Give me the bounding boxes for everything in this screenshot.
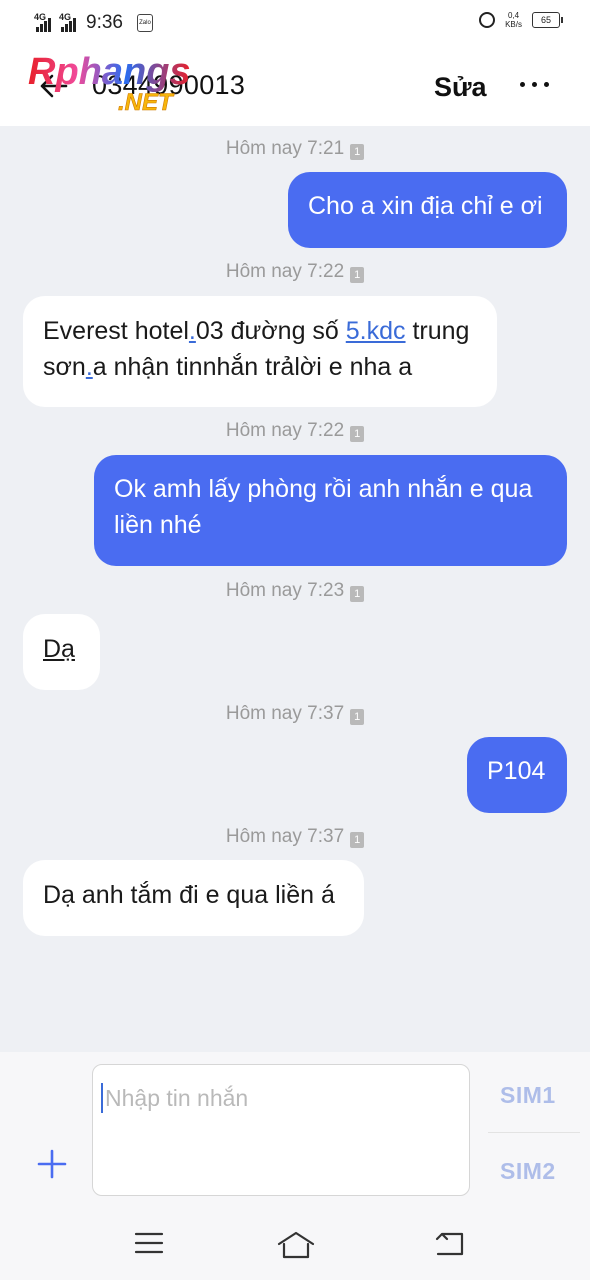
plus-icon[interactable] (36, 1148, 68, 1180)
message-text: Dạ anh tắm đi e qua liền á (43, 881, 335, 909)
message-timestamp: Hôm nay 7:23 1 (0, 580, 590, 602)
signal-icon-1: 4G (34, 12, 53, 32)
message-timestamp: Hôm nay 7:37 1 (0, 703, 590, 725)
status-time: 9:36 (86, 12, 123, 33)
network-speed-value: 0,4 (507, 11, 520, 20)
signal-icon-2: 4G (59, 12, 78, 32)
zalo-notification-icon: Zalo (136, 14, 153, 32)
status-bar: 4G 4G 9:36 Zalo 0,4 KB/s 65 (0, 0, 590, 46)
status-left: 4G 4G 9:36 Zalo (34, 12, 153, 34)
message-text-line1: Ok amh lấy phòng rồi anh nhắn e qua (114, 475, 533, 503)
message-thread[interactable]: Hôm nay 7:21 1 Cho a xin địa chỉ e ơi Hôm… (0, 126, 590, 1052)
sim-badge-icon: 1 (350, 709, 365, 725)
composer-bar: Nhập tin nhắn SIM1 SIM2 (0, 1052, 590, 1210)
sim-badge-icon: 1 (350, 586, 365, 602)
message-text-line2: sơn.a nhận tinnhắn trảlời e nha a (43, 353, 413, 381)
message-timestamp: Hôm nay 7:21 1 (0, 138, 590, 160)
network-speed-unit: KB/s (505, 20, 522, 29)
menu-icon[interactable] (134, 1230, 164, 1256)
battery-icon: 65 (532, 12, 563, 28)
message-input-placeholder: Nhập tin nhắn (105, 1085, 249, 1111)
home-icon[interactable] (276, 1230, 316, 1260)
incoming-message[interactable]: Everest hotel.03 đường số 5.kdc trung sơ… (23, 296, 497, 407)
message-text: P104 (487, 757, 546, 785)
message-timestamp: Hôm nay 7:22 1 (0, 420, 590, 442)
incoming-message[interactable]: Dạ anh tắm đi e qua liền á (23, 860, 364, 936)
sim-badge-icon: 1 (350, 144, 365, 160)
outgoing-message[interactable]: P104 (467, 737, 567, 813)
address-link[interactable]: 5.kdc (346, 317, 406, 345)
watermark-logo: Rphangs .NET (28, 51, 191, 116)
watermark-sub-text: .NET (118, 89, 175, 116)
navigation-bar (0, 1210, 590, 1280)
incoming-message[interactable]: Dạ (23, 614, 100, 690)
network-speed: 0,4 KB/s (505, 11, 522, 29)
outgoing-message[interactable]: Cho a xin địa chỉ e ơi (288, 172, 567, 248)
send-sim2-button[interactable]: SIM2 (500, 1158, 556, 1185)
status-right: 0,4 KB/s 65 (479, 11, 563, 29)
message-timestamp: Hôm nay 7:22 1 (0, 261, 590, 283)
message-text: Cho a xin địa chỉ e ơi (308, 192, 543, 220)
message-input[interactable]: Nhập tin nhắn (92, 1064, 470, 1196)
send-sim1-button[interactable]: SIM1 (500, 1082, 556, 1109)
edit-button[interactable]: Sửa (434, 72, 487, 103)
conversation-header: 0344990013 Rphangs .NET Sửa (0, 46, 590, 126)
sim-badge-icon: 1 (350, 832, 365, 848)
sim-divider (488, 1132, 580, 1133)
message-text-line1: Everest hotel.03 đường số 5.kdc trung (43, 317, 470, 345)
text-caret (101, 1083, 103, 1113)
sim-badge-icon: 1 (350, 426, 365, 442)
sim-badge-icon: 1 (350, 267, 365, 283)
more-dots-icon[interactable] (520, 82, 549, 87)
alarm-icon (479, 12, 496, 28)
outgoing-message[interactable]: Ok amh lấy phòng rồi anh nhắn e qua liền… (94, 455, 567, 566)
message-timestamp: Hôm nay 7:37 1 (0, 826, 590, 848)
message-text: Dạ (43, 635, 75, 663)
message-text-line2: liền nhé (114, 511, 202, 539)
back-nav-icon[interactable] (434, 1230, 466, 1258)
watermark-main-text: Rphangs (28, 51, 191, 93)
